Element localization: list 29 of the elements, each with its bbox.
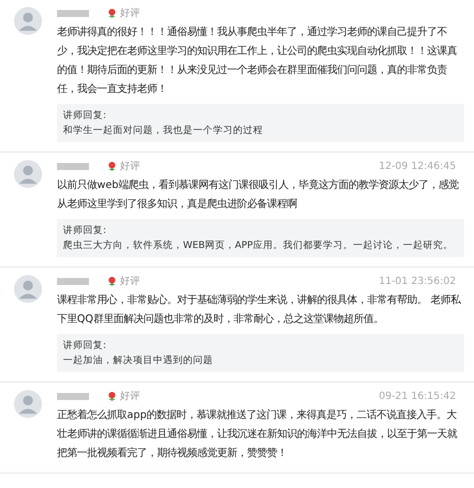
reply-label: 讲师回复: — [63, 339, 108, 353]
reply-label: 讲师回复: — [63, 109, 108, 123]
reply-text: 和学生一起面对问题，我也是一个学习的过程 — [63, 124, 264, 138]
comment-text: 老师讲得真的很好！！！通俗易懂！我从事爬虫半年了，通过学习老师的课自己提升了不少，我决定把在老师这里学习的知识用在工作上，让公司的爬虫实现自动化抓取！！这课真的值！期待后面的更新！！从来没见过一个老师会在群里面催我们问问题，真的非常负责任，我会一直支持老师！ — [57, 25, 458, 97]
rating-label: 好评 — [120, 275, 140, 288]
avatar[interactable] — [14, 160, 42, 188]
comment-text: 以前只做web端爬虫，看到慕课网有这门课很吸引人，毕竟这方面的教学资源太少了，感觉从老师这里学到了很多知识，真是爬虫进阶必备课程啊 — [57, 178, 460, 212]
reply-text: 爬虫三大方向，软件系统，WEB网页，APP应用。我们都要学习。一起讨论，一起研究。 — [63, 239, 454, 253]
reply-label: 讲师回复: — [63, 224, 108, 238]
blurred-username — [57, 392, 89, 400]
flower-icon — [107, 161, 117, 171]
timestamp: 09-21 16:15:42 — [378, 390, 456, 402]
rating-label: 好评 — [120, 160, 140, 173]
timestamp: 12-09 12:46:45 — [378, 160, 456, 172]
rating-label: 好评 — [120, 7, 140, 20]
blurred-username — [57, 10, 89, 16]
flower-icon — [107, 391, 117, 401]
comment-text: 课程非常用心，非常贴心。对于基础薄弱的学生来说，讲解的很具体，非常有帮助。 老师私下里QQ群里面解决问题也非常的及时，非常耐心，总之这堂课物超所值。 — [57, 293, 462, 327]
reply-text: 一起加油，解决项目中遇到的问题 — [63, 354, 214, 368]
comment-text: 正愁着怎么抓取app的数据时，慕课就推送了这门课，来得真是巧，二话不说直接入手。大壮老师讲的课循循渐进且通俗易懂，让我沉迷在新知识的海洋中无法自拔，以至于第一天就把第一批视频看完了，期待视频感觉更新，赞赞赞！ — [57, 408, 458, 461]
avatar[interactable] — [14, 390, 42, 418]
flower-icon — [107, 8, 117, 18]
flower-icon — [107, 276, 117, 286]
blurred-username — [57, 162, 89, 170]
rating-label: 好评 — [120, 390, 140, 403]
avatar[interactable] — [14, 7, 42, 35]
blurred-username — [57, 278, 89, 284]
timestamp: 11-01 23:56:02 — [378, 276, 456, 286]
avatar[interactable] — [14, 275, 42, 303]
